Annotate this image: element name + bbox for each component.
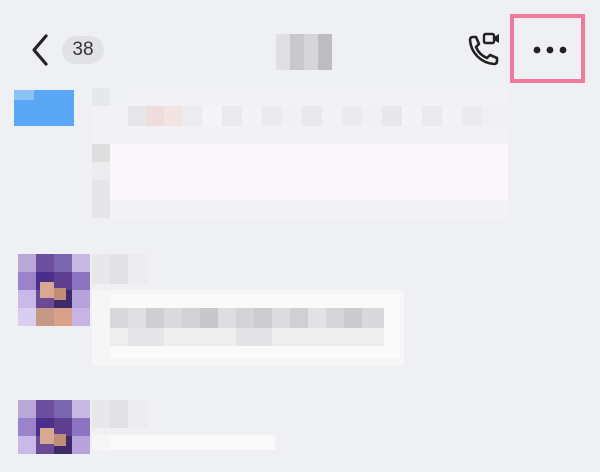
sender-name-pixelated: [92, 400, 148, 428]
sender-name-pixelated: [92, 254, 148, 284]
chat-title-pixelated: [276, 34, 332, 70]
unread-count-badge[interactable]: 38: [62, 36, 104, 64]
chat-header: 38: [0, 0, 600, 88]
sender-name-pixelated: [92, 88, 508, 144]
message-bubble-pixelated[interactable]: [92, 144, 508, 218]
message-bubble-pixelated[interactable]: [92, 434, 276, 450]
video-call-button[interactable]: [464, 30, 504, 72]
sender-avatar-self-pixelated: [14, 90, 74, 126]
video-call-icon: [468, 32, 499, 66]
back-button[interactable]: [22, 28, 60, 72]
more-options-button[interactable]: [510, 14, 590, 86]
sender-avatar-pixelated[interactable]: [18, 254, 90, 326]
sender-avatar-pixelated[interactable]: [18, 400, 90, 472]
more-horizontal-icon: [533, 46, 567, 54]
message-bubble-pixelated[interactable]: [92, 290, 404, 366]
chevron-left-icon: [32, 34, 48, 66]
